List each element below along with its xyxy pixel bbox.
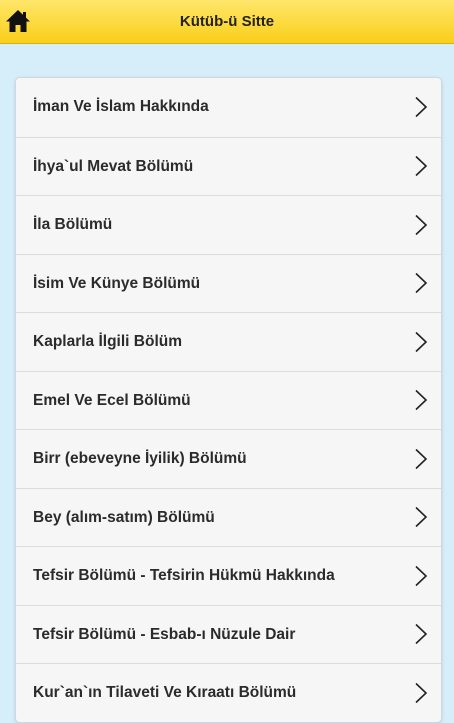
chevron-right-icon — [414, 331, 428, 353]
list-item-label: İman Ve İslam Hakkında — [33, 98, 209, 115]
list-item-label: Tefsir Bölümü - Esbab-ı Nüzule Dair — [33, 625, 296, 643]
list-item-label: İla Bölümü — [33, 216, 113, 233]
chevron-right-icon — [414, 155, 428, 177]
list-item-kaplarla-ilgili[interactable]: Kaplarla İlgili Bölüm — [16, 312, 441, 371]
list-item-emel-ve-ecel[interactable]: Emel Ve Ecel Bölümü — [16, 370, 441, 429]
chevron-right-icon — [414, 682, 428, 704]
list-item-iman-ve-islam[interactable]: İman Ve İslam Hakkında — [16, 78, 441, 137]
chevron-right-icon — [414, 506, 428, 528]
list-item-label: Birr (ebeveyne İyilik) Bölümü — [33, 450, 247, 467]
chevron-right-icon — [414, 389, 428, 411]
chevron-right-icon — [414, 96, 428, 118]
list-item-label: İhya`ul Mevat Bölümü — [33, 157, 194, 175]
chevron-right-icon — [414, 272, 428, 294]
chevron-right-icon — [414, 623, 428, 645]
list-item-label: Kaplarla İlgili Bölüm — [33, 333, 182, 350]
list-item-label: İsim Ve Künye Bölümü — [33, 274, 201, 292]
list-item-kuran-tilaveti[interactable]: Kur`an`ın Tilaveti Ve Kıraatı Bölümü — [16, 663, 441, 722]
list-item-label: Emel Ve Ecel Bölümü — [33, 391, 191, 409]
list-item-ila[interactable]: İla Bölümü — [16, 195, 441, 254]
list-item-isim-ve-kunye[interactable]: İsim Ve Künye Bölümü — [16, 253, 441, 312]
list-item-birr[interactable]: Birr (ebeveyne İyilik) Bölümü — [16, 429, 441, 488]
list-item-label: Tefsir Bölümü - Tefsirin Hükmü Hakkında — [33, 567, 335, 584]
list-item-ihyaul-mevat[interactable]: İhya`ul Mevat Bölümü — [16, 136, 441, 195]
chapter-list: İman Ve İslam Hakkında İhya`ul Mevat Böl… — [15, 77, 442, 723]
list-item-bey[interactable]: Bey (alım-satım) Bölümü — [16, 487, 441, 546]
list-item-tefsir-esbab[interactable]: Tefsir Bölümü - Esbab-ı Nüzule Dair — [16, 604, 441, 663]
chevron-right-icon — [414, 448, 428, 470]
chevron-right-icon — [414, 214, 428, 236]
list-item-label: Kur`an`ın Tilaveti Ve Kıraatı Bölümü — [33, 684, 297, 701]
chevron-right-icon — [414, 565, 428, 587]
page-title: Kütüb-ü Sitte — [179, 13, 275, 30]
list-item-label: Bey (alım-satım) Bölümü — [33, 508, 215, 526]
list-item-tefsir-hukmu[interactable]: Tefsir Bölümü - Tefsirin Hükmü Hakkında — [16, 546, 441, 605]
header-bar: Kütüb-ü Sitte — [0, 0, 454, 44]
